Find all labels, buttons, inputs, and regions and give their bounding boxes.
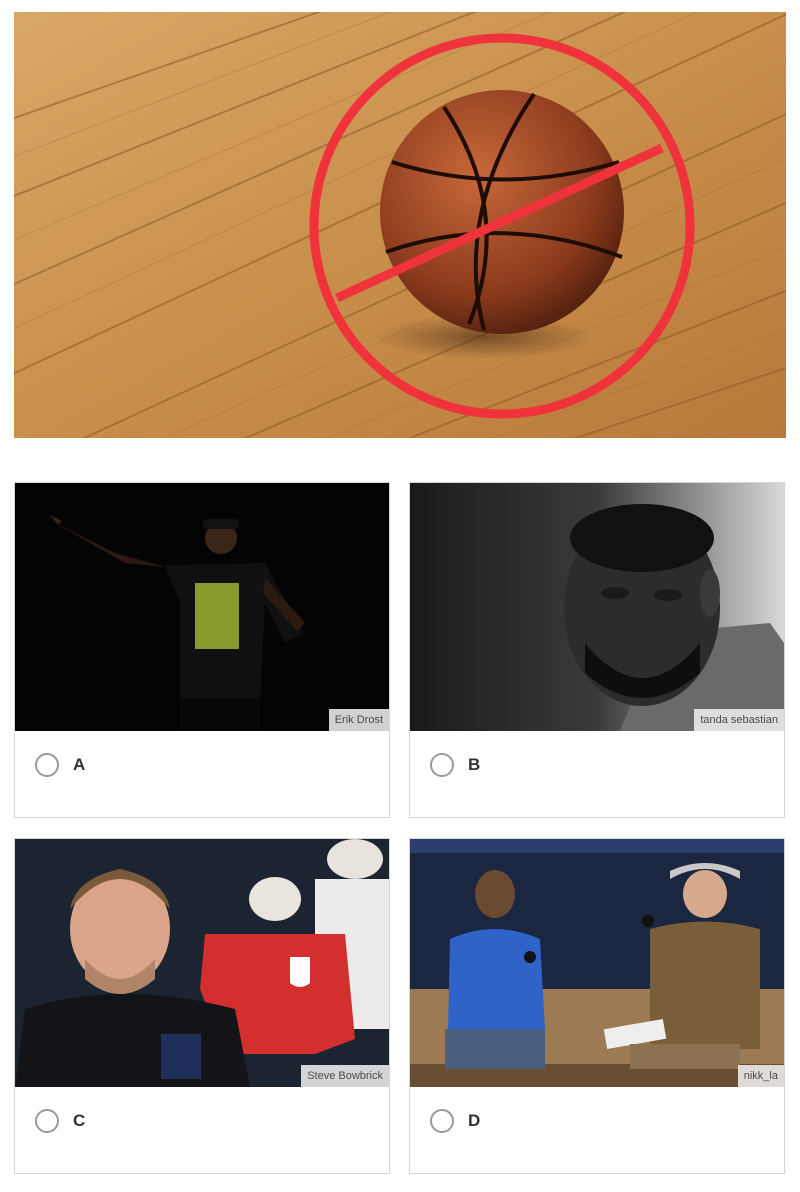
question-image: [14, 12, 786, 438]
option-c-photo: Steve Bowbrick: [15, 839, 389, 1087]
option-label: B: [468, 755, 481, 774]
radio-button[interactable]: [430, 753, 454, 777]
option-d-photo: nikk_la: [410, 839, 784, 1087]
option-label: A: [73, 755, 86, 774]
option-card-d[interactable]: nikk_la D: [409, 838, 785, 1174]
photo-credit: Erik Drost: [328, 709, 389, 731]
option-card-c[interactable]: Steve Bowbrick C: [14, 838, 390, 1174]
option-a-photo: Erik Drost: [15, 483, 389, 731]
radio-button[interactable]: [35, 753, 59, 777]
option-b-select[interactable]: B: [430, 753, 480, 777]
option-label: D: [468, 1111, 481, 1130]
option-card-b[interactable]: tanda sebastian B: [409, 482, 785, 818]
photo-credit: tanda sebastian: [694, 709, 784, 731]
option-card-a[interactable]: Erik Drost A: [14, 482, 390, 818]
photo-credit: Steve Bowbrick: [301, 1065, 389, 1087]
option-d-select[interactable]: D: [430, 1109, 480, 1133]
option-label: C: [73, 1111, 86, 1130]
photo-credit: nikk_la: [737, 1065, 784, 1087]
radio-button[interactable]: [430, 1109, 454, 1133]
option-b-photo: tanda sebastian: [410, 483, 784, 731]
option-c-select[interactable]: C: [35, 1109, 85, 1133]
radio-button[interactable]: [35, 1109, 59, 1133]
option-a-select[interactable]: A: [35, 753, 85, 777]
